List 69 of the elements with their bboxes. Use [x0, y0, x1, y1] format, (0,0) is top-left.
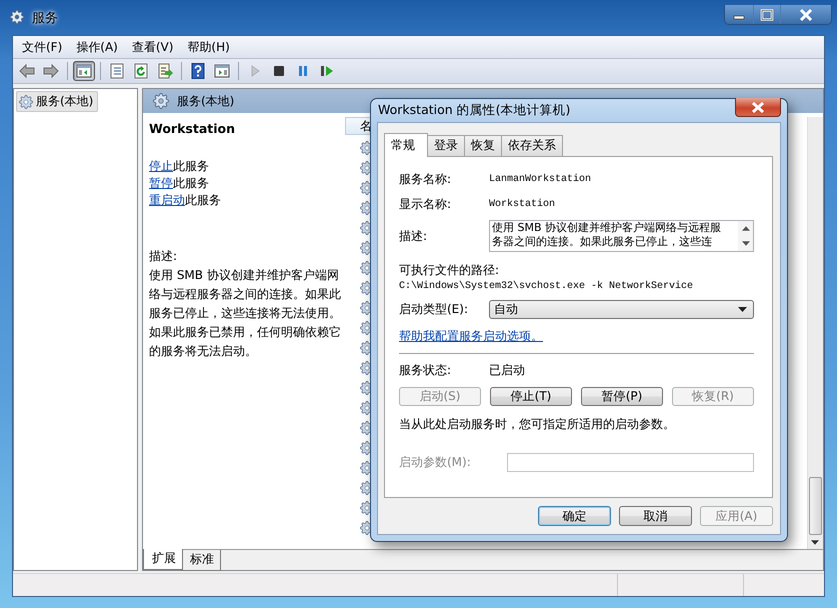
service-action: 暂停此服务: [149, 175, 209, 192]
service-action-link[interactable]: 暂停: [149, 176, 173, 190]
minimize-button[interactable]: [725, 5, 754, 24]
window-pane-icon: [214, 63, 230, 79]
view-tab[interactable]: 标准: [181, 550, 221, 571]
document-icon: [109, 63, 125, 79]
startup-type-dropdown[interactable]: 自动: [489, 300, 754, 319]
menu-item[interactable]: 查看(V): [124, 38, 180, 56]
field-value: Workstation: [489, 199, 556, 210]
service-action: 停止此服务: [149, 158, 209, 175]
close-button[interactable]: [735, 98, 781, 117]
service-name: Workstation: [149, 121, 236, 136]
field-label: 启动参数(M):: [399, 454, 472, 471]
tree-item[interactable]: 服务(本地): [16, 91, 98, 112]
refresh-icon: [133, 63, 149, 79]
dialog-button[interactable]: 取消: [619, 506, 692, 526]
dialog-tab[interactable]: 恢复: [464, 135, 502, 156]
help-link[interactable]: 帮助我配置服务启动选项。: [399, 328, 543, 345]
menu-item[interactable]: 操作(A): [69, 38, 125, 56]
description-label: 描述:: [149, 248, 178, 265]
export-icon: [157, 63, 173, 79]
service-action-link[interactable]: 停止: [149, 159, 173, 173]
view-tab[interactable]: 扩展: [143, 549, 183, 570]
description-text: 使用 SMB 协议创建并维护客户端网络与远程服务器之间的连接。如果此服务已停止，这些连接将无法使用。如果此服务已禁用，任何明确依赖它的服务将无法启动。: [149, 267, 342, 360]
hint-text: 当从此处启动服务时，您可指定所适用的启动参数。: [399, 416, 676, 433]
field-label: 显示名称:: [399, 196, 452, 213]
dialog-tab[interactable]: 登录: [427, 135, 465, 156]
window-pane-icon: [76, 63, 92, 79]
close-icon: [751, 102, 765, 112]
dropdown-arrow-icon: [738, 307, 747, 312]
field-label: 描述:: [399, 228, 428, 244]
description-field[interactable]: 使用 SMB 协议创建并维护客户端网络与远程服务器之间的连接。如果此服务已停止，这些连: [489, 220, 754, 252]
help-icon: [190, 63, 206, 79]
menu-item[interactable]: 文件(F): [15, 38, 70, 56]
resume-icon: [319, 63, 335, 79]
forward-arrow-icon: [43, 63, 59, 79]
dialog-button[interactable]: 确定: [538, 506, 611, 526]
dialog-title: Workstation 的属性(本地计算机): [377, 102, 570, 119]
menu-item[interactable]: 帮助(H): [180, 38, 237, 56]
close-button[interactable]: [781, 5, 831, 24]
down-arrow-icon: [811, 540, 819, 545]
service-control-button[interactable]: 暂停(P): [581, 387, 663, 406]
back-arrow-icon: [19, 63, 35, 79]
field-label: 服务状态:: [399, 362, 452, 379]
service-action: 重启动此服务: [149, 192, 221, 209]
status-value: 已启动: [489, 362, 525, 379]
dialog-tab[interactable]: 依存关系: [501, 135, 563, 156]
gear-icon: [19, 94, 33, 108]
field-label: 可执行文件的路径:: [399, 262, 500, 279]
gear-icon: [10, 10, 26, 26]
window-title: 服务: [32, 10, 58, 26]
service-control-button[interactable]: 停止(T): [490, 387, 572, 406]
field-label: 服务名称:: [399, 171, 452, 188]
gear-icon: [153, 93, 169, 109]
console-tree-button[interactable]: [73, 61, 95, 81]
scroll-thumb[interactable]: [809, 477, 822, 535]
path-value: C:\Windows\System32\svchost.exe -k NetworkService: [399, 281, 694, 292]
dialog-tab[interactable]: 常规: [384, 133, 428, 157]
maximize-button[interactable]: [754, 5, 781, 24]
maximize-icon: [760, 8, 774, 20]
stop-icon: [271, 63, 287, 79]
down-arrow-icon: [742, 241, 750, 246]
close-icon: [799, 8, 813, 20]
field-value: LanmanWorkstation: [489, 174, 592, 185]
field-label: 启动类型(E):: [399, 301, 469, 318]
service-action-link[interactable]: 重启动: [149, 193, 185, 207]
scrollbar[interactable]: [807, 117, 823, 549]
pane-title: 服务(本地): [177, 92, 234, 110]
up-arrow-icon: [742, 226, 750, 231]
